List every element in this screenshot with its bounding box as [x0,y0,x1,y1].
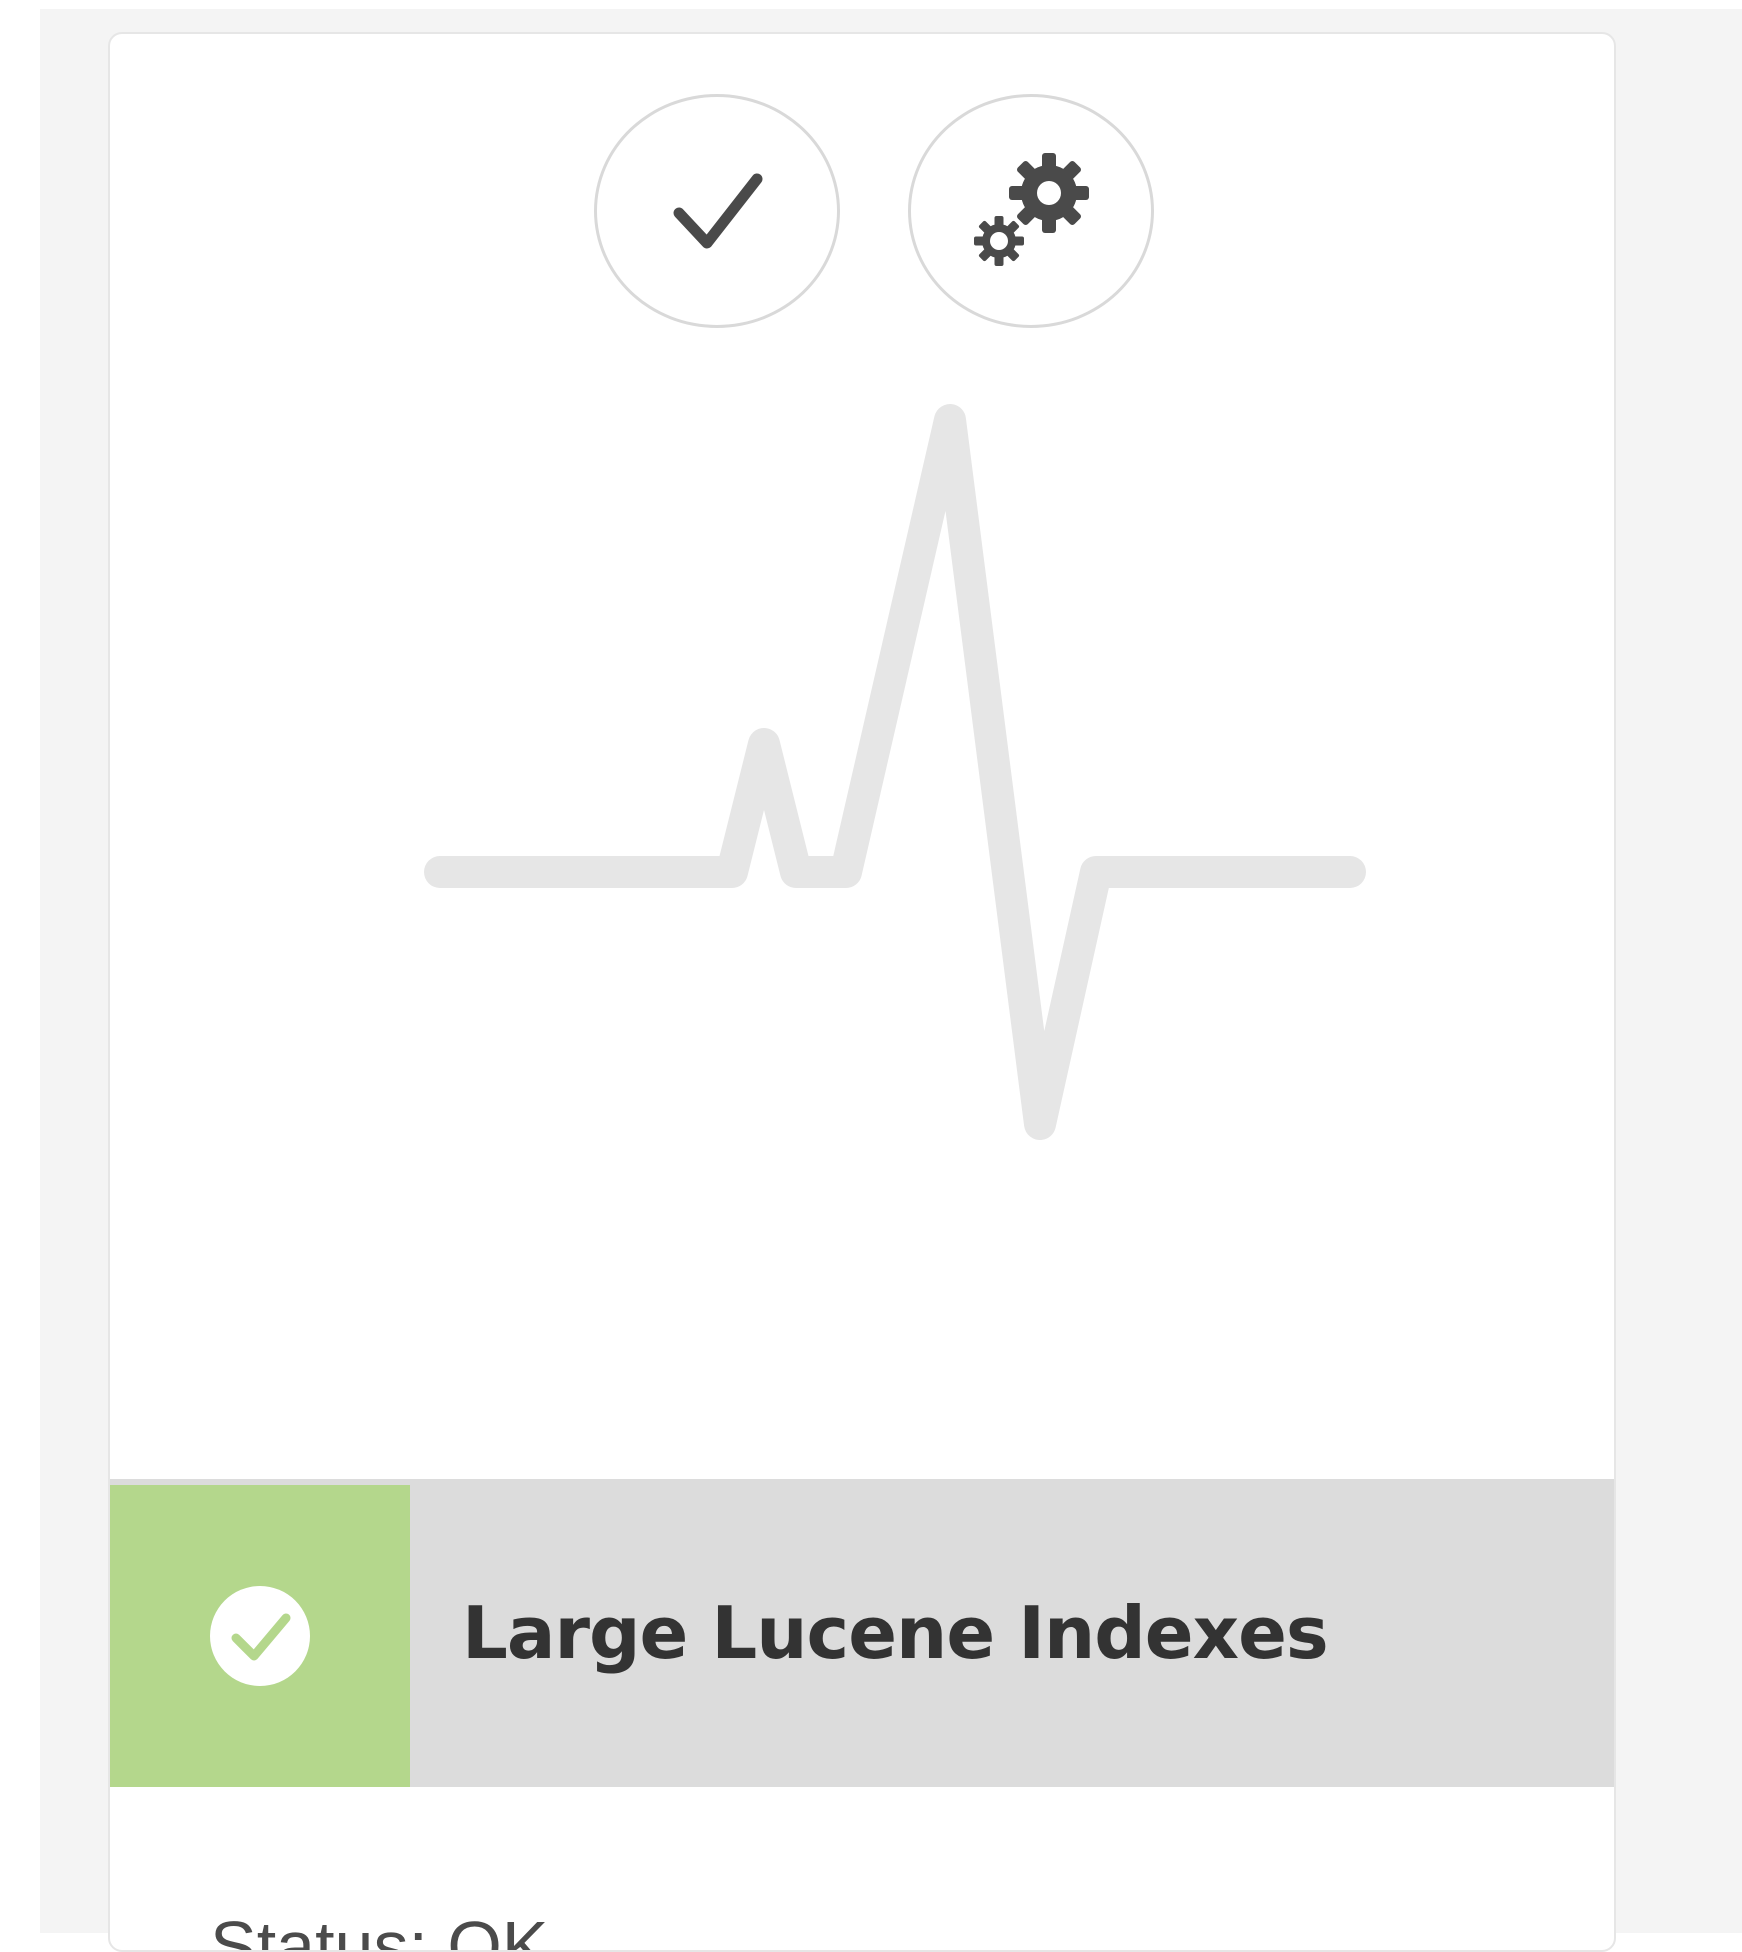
heartbeat-pulse-icon [424,404,1366,1140]
gears-icon [974,153,1089,266]
status-bar: Large Lucene Indexes [110,1479,1614,1787]
health-check-card: Large Lucene Indexes Status: OK [108,32,1616,1952]
checkmark-icon [673,173,763,249]
execute-check-button[interactable] [594,94,840,328]
card-title: Large Lucene Indexes [462,1591,1329,1675]
status-text: Status: OK [210,1907,549,1952]
status-indicator [110,1485,410,1787]
status-ok-icon [210,1586,310,1686]
configure-button[interactable] [908,94,1154,328]
